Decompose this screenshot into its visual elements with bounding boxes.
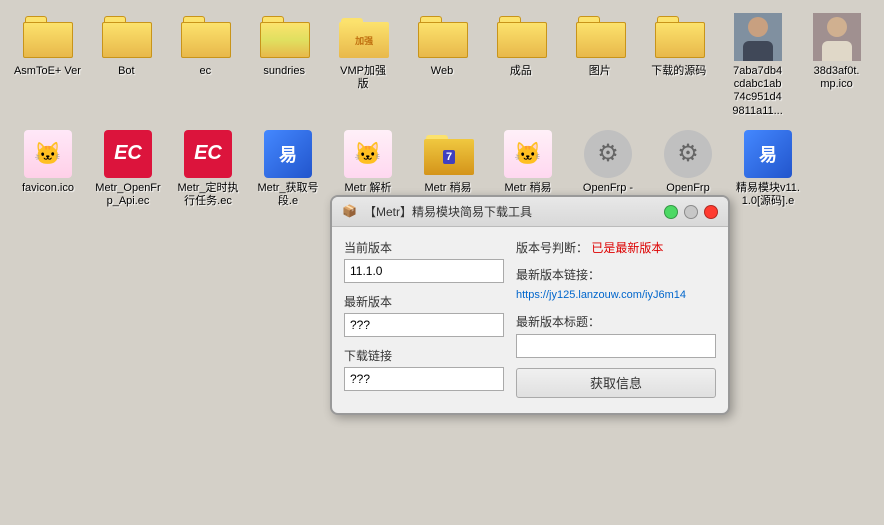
icon-JingYiMokuai[interactable]: 易 精易模块v11.1.0[源码].e xyxy=(728,125,808,213)
version-check-row: 版本号判断： 已是最新版本 xyxy=(516,239,716,258)
icon-label-VMP: VMP加强版 xyxy=(340,65,386,91)
icon-ec[interactable]: ec xyxy=(166,8,245,123)
download-link-label: 下载链接 xyxy=(344,347,504,364)
latest-link-row: 最新版本链接： https://jy125.lanzouw.com/iyJ6m1… xyxy=(516,266,716,305)
icon-label-ec: ec xyxy=(199,65,211,78)
latest-title-label: 最新版本标题： xyxy=(516,313,716,330)
modal-body: 当前版本 最新版本 下载链接 xyxy=(332,227,728,413)
icon-label-MetrHuoQu: Metr_获取号段.e xyxy=(253,182,323,208)
icon-favicon[interactable]: 🐱 favicon.ico xyxy=(8,125,88,213)
desktop: AsmToE+ Ver Bot ec sundries xyxy=(0,0,884,525)
icon-Bot[interactable]: Bot xyxy=(87,8,166,123)
icon-label-sundries: sundries xyxy=(263,65,305,78)
latest-version-input[interactable] xyxy=(344,313,504,337)
modal-title: 【Metr】精易模块简易下载工具 xyxy=(364,203,658,220)
version-check-label: 版本号判断： xyxy=(516,241,588,255)
latest-version-group: 最新版本 xyxy=(344,293,504,337)
icon-label-TuPian: 图片 xyxy=(589,65,611,78)
modal-left-panel: 当前版本 最新版本 下载链接 xyxy=(344,239,504,401)
modal-dialog: 📦 【Metr】精易模块简易下载工具 当前版本 最新版本 xyxy=(330,195,730,415)
modal-icon: 📦 xyxy=(342,204,358,220)
current-version-input[interactable] xyxy=(344,259,504,283)
icon-label-OpenFrpMinus: OpenFrp - xyxy=(583,182,633,195)
modal-btn-close[interactable] xyxy=(704,205,718,219)
icon-sundries[interactable]: sundries xyxy=(245,8,324,123)
icon-AsmToEVer[interactable]: AsmToE+ Ver xyxy=(8,8,87,123)
icon-label-JingYiMokuai: 精易模块v11.1.0[源码].e xyxy=(733,182,803,208)
latest-link-label: 最新版本链接： xyxy=(516,268,600,282)
icon-ChengPin[interactable]: 成品 xyxy=(481,8,560,123)
icon-TuPian[interactable]: 图片 xyxy=(560,8,639,123)
icon-photo1[interactable]: 7aba7db4cdabc1ab74c951d49811a11... xyxy=(718,8,797,123)
icon-XiaZai[interactable]: 下载的源码 xyxy=(639,8,718,123)
download-link-input[interactable] xyxy=(344,367,504,391)
icon-label-photo1: 7aba7db4cdabc1ab74c951d49811a11... xyxy=(732,65,782,118)
modal-right-panel: 版本号判断： 已是最新版本 最新版本链接： https://jy125.lanz… xyxy=(516,239,716,401)
icon-label-Web: Web xyxy=(431,65,453,78)
modal-btn-minimize[interactable] xyxy=(664,205,678,219)
current-version-label: 当前版本 xyxy=(344,239,504,256)
version-check-value: 已是最新版本 xyxy=(591,241,663,255)
current-version-group: 当前版本 xyxy=(344,239,504,283)
icon-photo2[interactable]: 38d3af0t.mp.ico xyxy=(797,8,876,123)
get-info-button[interactable]: 获取信息 xyxy=(516,368,716,398)
modal-btn-maximize[interactable] xyxy=(684,205,698,219)
icon-label-MetrJingYi2: Metr 稍易 xyxy=(504,182,551,195)
icon-label-OpenFrp: OpenFrp xyxy=(666,182,709,195)
icon-label-Bot: Bot xyxy=(118,65,135,78)
icon-VMP[interactable]: 加强 VMP加强版 xyxy=(324,8,403,123)
download-link-group: 下载链接 xyxy=(344,347,504,391)
icon-MetrHuoQu[interactable]: 易 Metr_获取号段.e xyxy=(248,125,328,213)
icon-label-MetrJingYi1: Metr 稍易 xyxy=(424,182,471,195)
icon-label-ChengPin: 成品 xyxy=(510,65,532,78)
icon-label-XiaZai: 下载的源码 xyxy=(651,65,706,78)
icon-MetrDingShiZhiXing[interactable]: EC Metr_定时执行任务.ec xyxy=(168,125,248,213)
icon-MetrOpenFrpApi[interactable]: EC Metr_OpenFrp_Api.ec xyxy=(88,125,168,213)
icon-label-MetrDingShiZhiXing: Metr_定时执行任务.ec xyxy=(173,182,243,208)
icon-Web[interactable]: Web xyxy=(403,8,482,123)
latest-link-value: https://jy125.lanzouw.com/iyJ6m14 xyxy=(516,289,686,301)
latest-version-label: 最新版本 xyxy=(344,293,504,310)
latest-title-input[interactable] xyxy=(516,334,716,358)
icon-label-favicon: favicon.ico xyxy=(22,182,74,195)
icon-label-AsmToEVer: AsmToE+ Ver xyxy=(14,65,81,78)
icon-label-photo2: 38d3af0t.mp.ico xyxy=(814,65,860,91)
icon-label-MetrJieXi: Metr 解析 xyxy=(344,182,391,195)
modal-titlebar: 📦 【Metr】精易模块简易下载工具 xyxy=(332,197,728,227)
icon-label-MetrOpenFrpApi: Metr_OpenFrp_Api.ec xyxy=(93,182,163,208)
